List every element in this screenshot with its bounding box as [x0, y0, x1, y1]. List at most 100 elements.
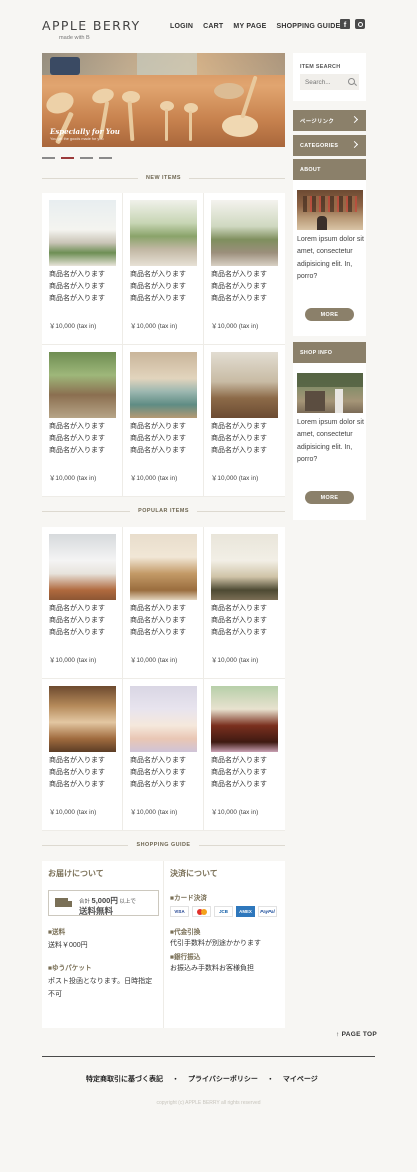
- product-name-line: 商品名が入ります: [49, 757, 105, 764]
- product-name[interactable]: 商品名が入ります 商品名が入ります 商品名が入ります: [130, 603, 196, 653]
- shop-more-button[interactable]: MORE: [305, 491, 354, 504]
- search-icon[interactable]: [348, 78, 355, 85]
- nav-login[interactable]: LOGIN: [170, 23, 193, 30]
- product-name-line: 商品名が入ります: [211, 423, 267, 430]
- facebook-icon[interactable]: f: [340, 19, 350, 29]
- shop-info-button[interactable]: SHOP INFO: [293, 342, 366, 363]
- nav-mypage[interactable]: MY PAGE: [233, 23, 266, 30]
- delivery-column: お届けについて 合計 5,000円 以上で 送料無料 ■送料 送料￥000円 ■…: [42, 861, 164, 1028]
- jcb-icon: JCB: [214, 906, 233, 917]
- product-name-line: 商品名が入ります: [49, 283, 105, 291]
- product-price: ￥10,000 (tax in): [49, 323, 97, 330]
- product-name-line: 商品名が入ります: [130, 283, 186, 291]
- page-top-link[interactable]: ↑ PAGE TOP: [336, 1031, 377, 1038]
- product-name-line: 商品名が入ります: [49, 435, 105, 443]
- product-name-line: 商品名が入ります: [130, 423, 186, 430]
- product-image[interactable]: [130, 200, 197, 266]
- product-card[interactable]: 商品名が入ります 商品名が入ります 商品名が入ります ￥10,000 (tax in): [123, 679, 204, 831]
- yupacket-title: ■ゆうパケット: [48, 965, 92, 972]
- product-image[interactable]: [211, 352, 278, 418]
- site-logo[interactable]: APPLE BERRY made with B: [42, 18, 141, 41]
- sidebar-button-label: ABOUT: [300, 166, 321, 173]
- section-title: POPULAR ITEMS: [138, 508, 189, 514]
- product-image[interactable]: [49, 686, 116, 752]
- product-name[interactable]: 商品名が入ります 商品名が入ります 商品名が入ります: [49, 421, 115, 471]
- product-image[interactable]: [211, 534, 278, 600]
- yupacket-text: ポスト投函となります。日時指定不可: [48, 978, 153, 998]
- slider-dot[interactable]: [80, 157, 93, 159]
- footer-link-mypage[interactable]: マイページ: [283, 1074, 318, 1084]
- product-name[interactable]: 商品名が入ります 商品名が入ります 商品名が入ります: [211, 269, 278, 319]
- product-image[interactable]: [211, 200, 278, 266]
- product-name-line: 商品名が入ります: [211, 617, 267, 625]
- product-name[interactable]: 商品名が入ります 商品名が入ります 商品名が入ります: [49, 269, 115, 319]
- product-price: ￥10,000 (tax in): [49, 809, 97, 816]
- bank-title: ■銀行振込: [170, 954, 201, 961]
- cod-title: ■代金引換: [170, 929, 201, 936]
- paypal-icon: PayPal: [258, 906, 277, 917]
- product-card[interactable]: 商品名が入ります 商品名が入ります 商品名が入ります ￥10,000 (tax in): [204, 345, 285, 497]
- product-name[interactable]: 商品名が入ります 商品名が入ります 商品名が入ります: [130, 269, 196, 319]
- slider-dot-active[interactable]: [61, 157, 74, 159]
- slider-dot[interactable]: [42, 157, 55, 159]
- sidebar-categories-button[interactable]: CATEGORIES: [293, 135, 366, 156]
- hero-banner[interactable]: Especially for You You gift the goods ma…: [42, 53, 285, 147]
- sidebar-about-button[interactable]: ABOUT: [293, 159, 366, 180]
- footer-link-privacy[interactable]: プライバシーポリシー: [188, 1074, 258, 1084]
- product-card[interactable]: 商品名が入ります 商品名が入ります 商品名が入ります ￥10,000 (tax in): [42, 679, 123, 831]
- product-name[interactable]: 商品名が入ります 商品名が入ります 商品名が入ります: [49, 755, 115, 805]
- truck-icon: [55, 898, 72, 907]
- footer-divider: [42, 1056, 375, 1057]
- product-card[interactable]: 商品名が入ります 商品名が入ります 商品名が入ります ￥10,000 (tax in): [204, 679, 285, 831]
- section-popular-items: POPULAR ITEMS: [42, 508, 286, 514]
- product-card[interactable]: 商品名が入ります 商品名が入ります 商品名が入ります ￥10,000 (tax in): [123, 193, 204, 345]
- nav-cart[interactable]: CART: [203, 23, 223, 30]
- product-card[interactable]: 商品名が入ります 商品名が入ります 商品名が入ります ￥10,000 (tax in): [42, 193, 123, 345]
- bank-text: お振込み手数料お客様負担: [170, 965, 254, 972]
- slider-dot[interactable]: [99, 157, 112, 159]
- product-image[interactable]: [49, 534, 116, 600]
- shipping-text: 送料￥000円: [48, 942, 88, 949]
- product-card[interactable]: 商品名が入ります 商品名が入ります 商品名が入ります ￥10,000 (tax in): [204, 193, 285, 345]
- product-name[interactable]: 商品名が入ります 商品名が入ります 商品名が入ります: [49, 603, 115, 653]
- section-new-items: NEW ITEMS: [42, 175, 286, 181]
- card-logos: VISA JCB AMEX PayPal: [170, 906, 280, 917]
- product-name-line: 商品名が入ります: [211, 757, 267, 764]
- product-image[interactable]: [130, 534, 197, 600]
- about-more-button[interactable]: MORE: [305, 308, 354, 321]
- sidebar-button-label: ページリンク: [300, 118, 335, 125]
- product-image[interactable]: [49, 200, 116, 266]
- product-card[interactable]: 商品名が入ります 商品名が入ります 商品名が入ります ￥10,000 (tax in): [204, 527, 285, 679]
- product-image[interactable]: [130, 352, 197, 418]
- product-price: ￥10,000 (tax in): [130, 475, 178, 482]
- hero-caption: Especially for You You gift the goods ma…: [50, 127, 120, 141]
- product-name-line: 商品名が入ります: [49, 769, 105, 777]
- product-image[interactable]: [49, 352, 116, 418]
- product-name[interactable]: 商品名が入ります 商品名が入ります 商品名が入ります: [211, 603, 278, 653]
- nav-shopping-guide[interactable]: SHOPPING GUIDE: [276, 23, 340, 30]
- product-image[interactable]: [130, 686, 197, 752]
- product-card[interactable]: 商品名が入ります 商品名が入ります 商品名が入ります ￥10,000 (tax in): [123, 345, 204, 497]
- product-image[interactable]: [211, 686, 278, 752]
- sidebar-page-link-button[interactable]: ページリンク: [293, 110, 366, 131]
- brand-tagline: made with B: [59, 35, 90, 41]
- mastercard-icon: [192, 906, 211, 917]
- product-price: ￥10,000 (tax in): [211, 657, 259, 664]
- product-price: ￥10,000 (tax in): [211, 809, 259, 816]
- product-name-line: 商品名が入ります: [49, 447, 105, 455]
- instagram-icon[interactable]: [355, 19, 365, 29]
- product-name-line: 商品名が入ります: [130, 295, 186, 303]
- product-card[interactable]: 商品名が入ります 商品名が入ります 商品名が入ります ￥10,000 (tax in): [42, 527, 123, 679]
- new-items-grid: 商品名が入ります 商品名が入ります 商品名が入ります ￥10,000 (tax in)…: [42, 193, 285, 497]
- product-card[interactable]: 商品名が入ります 商品名が入ります 商品名が入ります ￥10,000 (tax in): [42, 345, 123, 497]
- product-name[interactable]: 商品名が入ります 商品名が入ります 商品名が入ります: [130, 421, 196, 471]
- product-card[interactable]: 商品名が入ります 商品名が入ります 商品名が入ります ￥10,000 (tax in): [123, 527, 204, 679]
- product-name[interactable]: 商品名が入ります 商品名が入ります 商品名が入ります: [211, 421, 278, 471]
- product-name-line: 商品名が入ります: [49, 781, 105, 789]
- product-name[interactable]: 商品名が入ります 商品名が入ります 商品名が入ります: [211, 755, 278, 805]
- product-name[interactable]: 商品名が入ります 商品名が入ります 商品名が入ります: [130, 755, 196, 805]
- footer-link-legal[interactable]: 特定商取引に基づく表記: [86, 1074, 163, 1084]
- product-name-line: 商品名が入ります: [49, 295, 105, 303]
- section-title: NEW ITEMS: [145, 175, 182, 181]
- payment-title: 決済について: [170, 869, 218, 878]
